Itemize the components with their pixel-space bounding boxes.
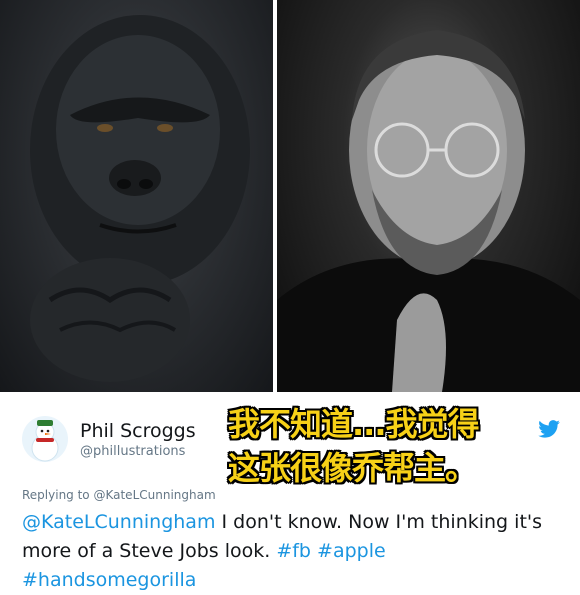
author-name[interactable]: Phil Scroggs	[80, 420, 196, 442]
replying-to-handle[interactable]: @KateLCunningham	[93, 488, 215, 502]
mention-link[interactable]: @KateLCunningham	[22, 511, 215, 533]
caption-line-2: 这张很像乔帮主。	[228, 449, 477, 487]
hashtag-apple[interactable]: #apple	[317, 540, 386, 562]
replying-to-label: Replying to	[22, 488, 94, 502]
photo-collage	[0, 0, 580, 392]
twitter-bird-icon[interactable]	[538, 420, 560, 438]
chinese-caption-overlay: 我不知道...我觉得 这张很像乔帮主。	[228, 402, 528, 490]
tweet-text: @KateLCunningham I don't know. Now I'm t…	[22, 508, 562, 595]
caption-line-1: 我不知道...我觉得	[228, 405, 479, 443]
hashtag-fb[interactable]: #fb	[276, 540, 311, 562]
author-handle[interactable]: @phillustrations	[80, 444, 185, 459]
replying-to: Replying to @KateLCunningham	[22, 488, 216, 502]
snowman-avatar[interactable]	[22, 416, 68, 462]
gorilla-photo	[0, 0, 273, 392]
tweet-card: Phil Scroggs @phillustrations 我不知道...我觉得…	[0, 392, 580, 591]
hashtag-handsomegorilla[interactable]: #handsomegorilla	[22, 569, 196, 591]
steve-jobs-photo	[277, 0, 580, 392]
